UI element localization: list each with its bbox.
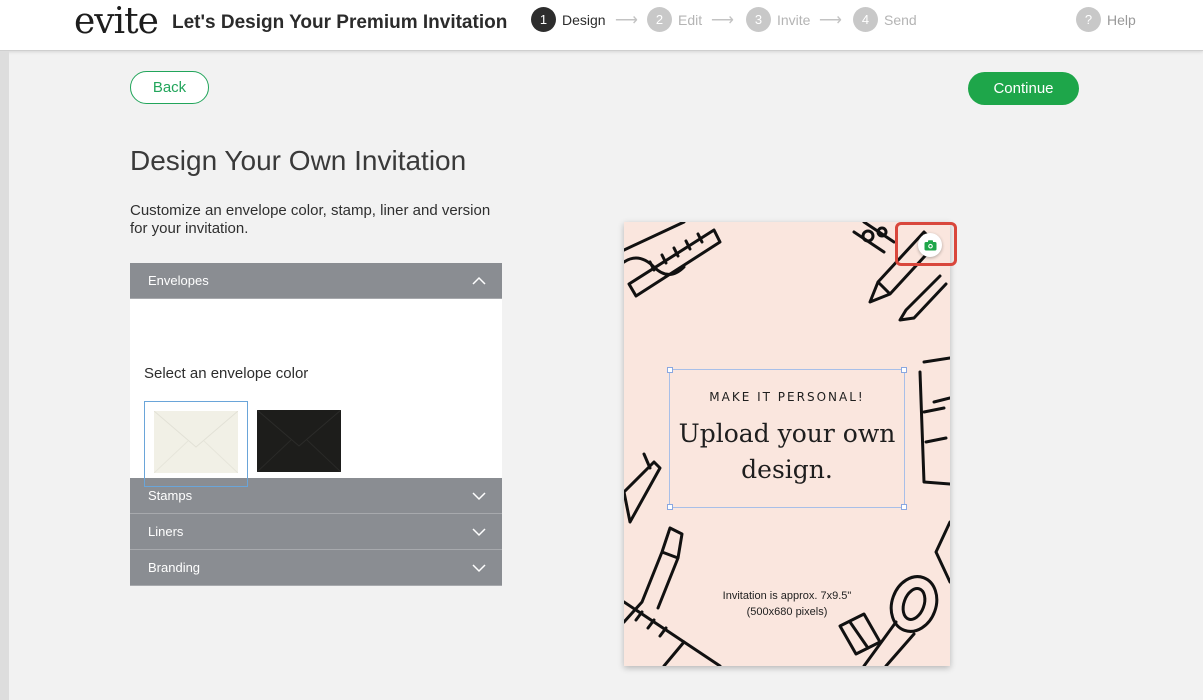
step-number: 1 (531, 7, 556, 32)
chevron-down-icon (472, 527, 486, 536)
step-edit[interactable]: 2 Edit (647, 7, 702, 32)
help-label: Help (1107, 11, 1136, 28)
step-label: Send (884, 11, 917, 28)
size-note-line: (500x680 pixels) (746, 606, 828, 618)
resize-handle[interactable] (667, 367, 673, 373)
chevron-up-icon (472, 276, 486, 285)
envelope-prompt: Select an envelope color (144, 365, 309, 382)
upload-highlight (895, 222, 957, 266)
accordion-header-envelopes[interactable]: Envelopes (130, 263, 502, 299)
envelope-swatch-black[interactable] (248, 401, 352, 487)
design-accordion: Envelopes Select an envelope color Stamp… (130, 263, 502, 586)
accordion-title: Stamps (148, 488, 193, 503)
step-label: Edit (678, 11, 703, 28)
step-label: Invite (777, 11, 811, 28)
preview-headline: Upload your own design. (670, 416, 904, 488)
resize-handle[interactable] (667, 504, 673, 510)
preview-headline-line: design. (741, 455, 833, 484)
envelope-panel: Select an envelope color (130, 299, 502, 487)
invitation-size-note: Invitation is approx. 7x9.5" (500x680 pi… (624, 588, 950, 620)
preview-tagline: MAKE IT PERSONAL! (709, 390, 865, 404)
envelope-icon (257, 410, 341, 472)
step-number: 4 (853, 7, 878, 32)
continue-button[interactable]: Continue (968, 72, 1079, 105)
step-invite[interactable]: 3 Invite (746, 7, 810, 32)
top-bar: evite Let's Design Your Premium Invitati… (0, 0, 1203, 51)
resize-handle[interactable] (901, 504, 907, 510)
page-title: Let's Design Your Premium Invitation (172, 12, 508, 33)
step-number: 3 (746, 7, 771, 32)
upload-photo-button[interactable] (918, 233, 942, 257)
step-label: Design (562, 11, 606, 28)
accordion-header-branding[interactable]: Branding (130, 550, 502, 586)
left-edge-strip (0, 51, 9, 700)
envelope-icon (154, 411, 238, 473)
accordion-title: Liners (148, 524, 184, 539)
section-description: Customize an envelope color, stamp, line… (130, 202, 491, 237)
evite-logo[interactable]: evite (74, 0, 159, 44)
accordion-title: Envelopes (148, 273, 209, 288)
arrow-right-icon: ⟶ (615, 12, 638, 29)
help-link[interactable]: ? Help (1076, 7, 1136, 32)
preview-headline-line: Upload your own (678, 419, 896, 448)
accordion-header-liners[interactable]: Liners (130, 514, 502, 550)
back-button[interactable]: Back (130, 71, 209, 104)
envelope-swatch-ivory[interactable] (144, 401, 248, 487)
chevron-down-icon (472, 491, 486, 500)
arrow-right-icon: ⟶ (819, 12, 842, 29)
text-selection-frame[interactable]: MAKE IT PERSONAL! Upload your own design… (667, 367, 907, 510)
size-note-line: Invitation is approx. 7x9.5" (722, 590, 852, 602)
step-design[interactable]: 1 Design (531, 7, 606, 32)
step-send[interactable]: 4 Send (853, 7, 917, 32)
resize-handle[interactable] (901, 367, 907, 373)
chevron-down-icon (472, 563, 486, 572)
invitation-preview[interactable]: MAKE IT PERSONAL! Upload your own design… (624, 222, 950, 666)
help-icon: ? (1076, 7, 1101, 32)
arrow-right-icon: ⟶ (711, 12, 734, 29)
section-heading: Design Your Own Invitation (130, 145, 467, 176)
accordion-title: Branding (148, 560, 201, 575)
camera-icon (924, 239, 936, 250)
step-number: 2 (647, 7, 672, 32)
